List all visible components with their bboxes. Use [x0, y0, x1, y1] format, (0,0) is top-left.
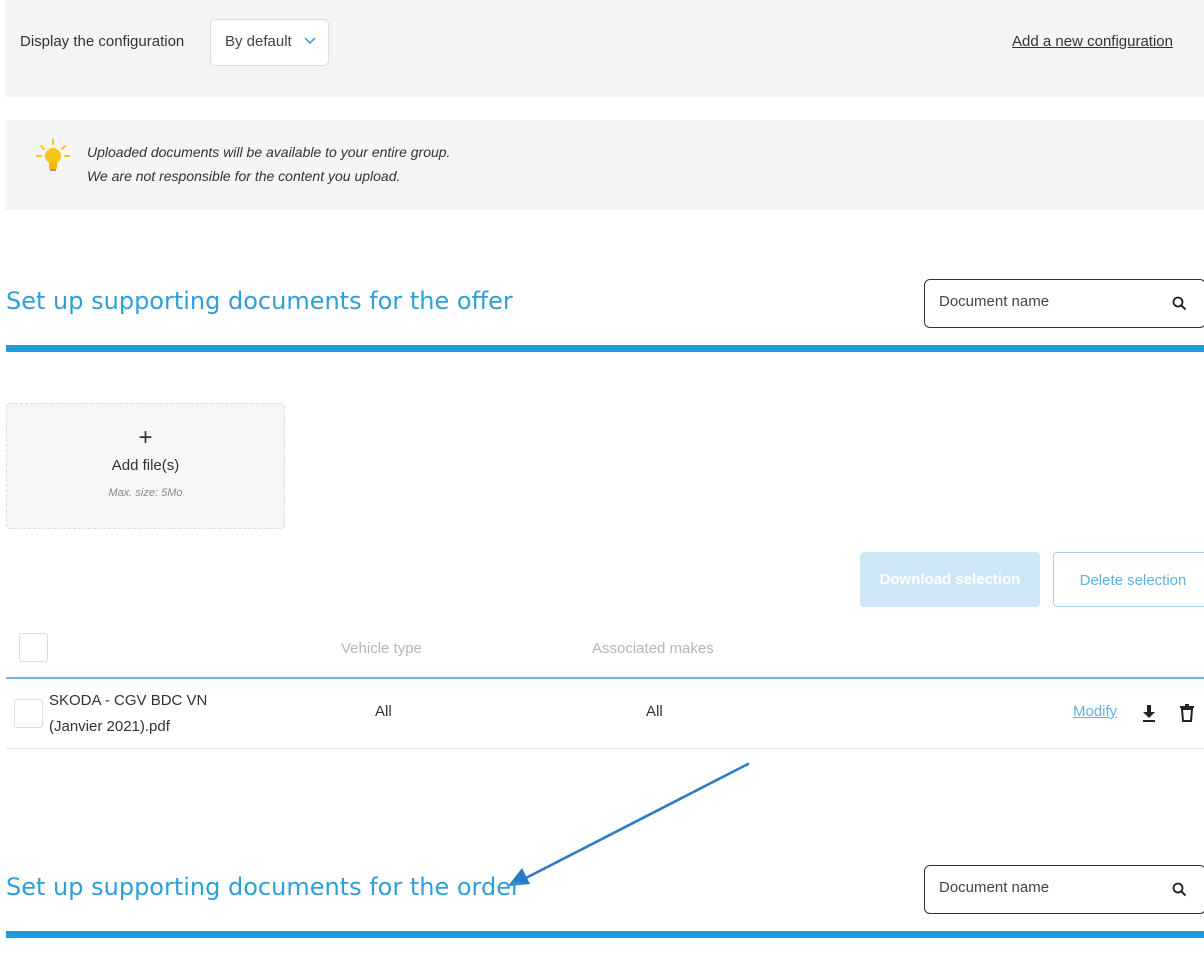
trash-icon[interactable] — [1180, 704, 1194, 722]
table-row-divider — [6, 748, 1204, 749]
configuration-bar: Display the configuration By default Add… — [5, 0, 1204, 97]
configuration-select-value: By default — [225, 33, 292, 50]
offer-document-search[interactable] — [924, 279, 1204, 328]
notice-line-1: Uploaded documents will be available to … — [87, 144, 451, 160]
notice-line-2: We are not responsible for the content y… — [87, 168, 401, 184]
modify-link[interactable]: Modify — [1073, 703, 1117, 720]
associated-makes-cell: All — [646, 703, 663, 720]
vehicle-type-cell: All — [375, 703, 392, 720]
document-file-name-line-2: (Janvier 2021).pdf — [49, 718, 170, 735]
download-icon[interactable] — [1141, 704, 1157, 722]
delete-selection-button[interactable]: Delete selection — [1053, 552, 1204, 607]
annotation-arrow-icon — [508, 762, 750, 886]
configuration-select[interactable]: By default — [210, 19, 329, 66]
download-selection-button[interactable]: Download selection — [860, 552, 1040, 607]
add-files-label: Add file(s) — [111, 457, 180, 474]
search-icon[interactable] — [1172, 296, 1187, 311]
table-header-divider — [6, 677, 1204, 679]
configuration-label: Display the configuration — [20, 33, 185, 50]
search-icon[interactable] — [1172, 882, 1187, 897]
order-document-search[interactable] — [924, 865, 1204, 914]
offer-section-title: Set up supporting documents for the offe… — [6, 287, 513, 315]
upload-notice: Uploaded documents will be available to … — [5, 120, 1204, 210]
document-file-name-line-1: SKODA - CGV BDC VN — [49, 692, 208, 709]
chevron-down-icon — [304, 37, 316, 45]
offer-search-input[interactable] — [939, 293, 1159, 310]
column-header-associated-makes[interactable]: Associated makes — [592, 640, 714, 657]
offer-section-divider — [6, 345, 1204, 352]
plus-icon: + — [138, 424, 153, 451]
max-size-label: Max. size: 5Mo — [108, 487, 183, 499]
select-all-checkbox[interactable] — [19, 633, 48, 662]
column-header-vehicle-type[interactable]: Vehicle type — [341, 640, 422, 657]
document-file-name: SKODA - CGV BDC VN (Janvier 2021).pdf — [49, 688, 249, 740]
row-checkbox[interactable] — [14, 699, 43, 728]
order-section-title: Set up supporting documents for the orde… — [6, 873, 521, 901]
order-search-input[interactable] — [939, 879, 1159, 896]
add-configuration-link[interactable]: Add a new configuration — [1012, 33, 1173, 50]
lightbulb-icon — [36, 139, 70, 171]
order-section-divider — [6, 931, 1204, 938]
file-upload-dropzone[interactable]: + Add file(s) Max. size: 5Mo — [6, 403, 285, 529]
